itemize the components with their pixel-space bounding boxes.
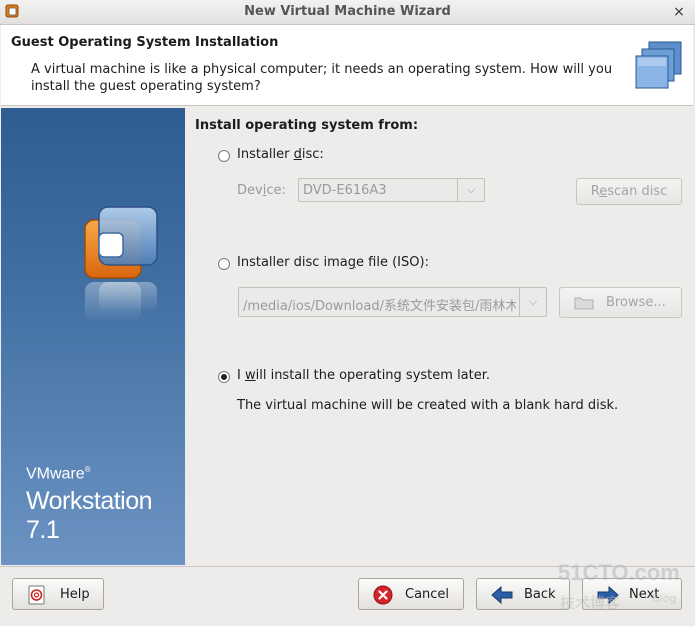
title-bar: New Virtual Machine Wizard × (0, 0, 695, 25)
folder-icon (574, 297, 594, 310)
iso-file-radio[interactable] (218, 258, 230, 270)
watermark-sub: 技术博客 (560, 594, 621, 612)
chevron-down-icon: ⌵ (519, 288, 546, 316)
back-label: Back (524, 587, 556, 602)
window-title: New Virtual Machine Wizard (244, 4, 451, 19)
help-button[interactable]: Help (12, 578, 104, 610)
watermark-blog: Blog (652, 592, 677, 605)
back-button[interactable]: Back (476, 578, 570, 610)
virtual-machines-icon (635, 41, 682, 89)
browse-label: Browse... (606, 295, 666, 310)
iso-path-combo[interactable]: /media/ios/Download/系统文件安装包/雨林木 ⌵ (238, 287, 547, 317)
rescan-disc-button[interactable]: Rescan disc (576, 178, 682, 205)
cancel-button[interactable]: Cancel (358, 578, 464, 610)
help-icon (28, 585, 45, 605)
device-label: Device: (237, 183, 286, 198)
installer-disc-radio[interactable] (218, 150, 230, 162)
vmware-banner: VMware® Workstation 7.1 (1, 108, 185, 565)
browse-button[interactable]: Browse... (559, 287, 682, 318)
back-arrow-icon (491, 585, 513, 605)
install-later-radio[interactable] (218, 371, 230, 383)
close-icon[interactable]: × (670, 3, 688, 21)
chevron-down-icon: ⌵ (457, 179, 484, 201)
page-description: A virtual machine is like a physical com… (31, 62, 613, 94)
brand-name: VMware® (26, 465, 91, 483)
section-label: Install operating system from: (195, 118, 419, 133)
device-select[interactable]: DVD-E616A3 ⌵ (298, 178, 485, 202)
installer-disc-label[interactable]: Installer disc: (237, 147, 324, 162)
cancel-label: Cancel (405, 587, 450, 602)
wizard-header: Guest Operating System Installation A vi… (1, 25, 693, 106)
watermark-site: 51CTO.com (558, 560, 680, 585)
blank-disk-note: The virtual machine will be created with… (237, 398, 619, 413)
page-title: Guest Operating System Installation (11, 35, 279, 50)
device-value: DVD-E616A3 (303, 183, 387, 198)
iso-file-label[interactable]: Installer disc image file (ISO): (237, 255, 429, 270)
help-label: Help (60, 587, 90, 602)
install-later-label[interactable]: I will install the operating system late… (237, 368, 490, 383)
product-name: Workstation 7.1 (26, 487, 153, 544)
iso-path-value: /media/ios/Download/系统文件安装包/雨林木 (243, 299, 516, 314)
workstation-logo-icon (84, 206, 158, 322)
cancel-icon (373, 585, 393, 605)
